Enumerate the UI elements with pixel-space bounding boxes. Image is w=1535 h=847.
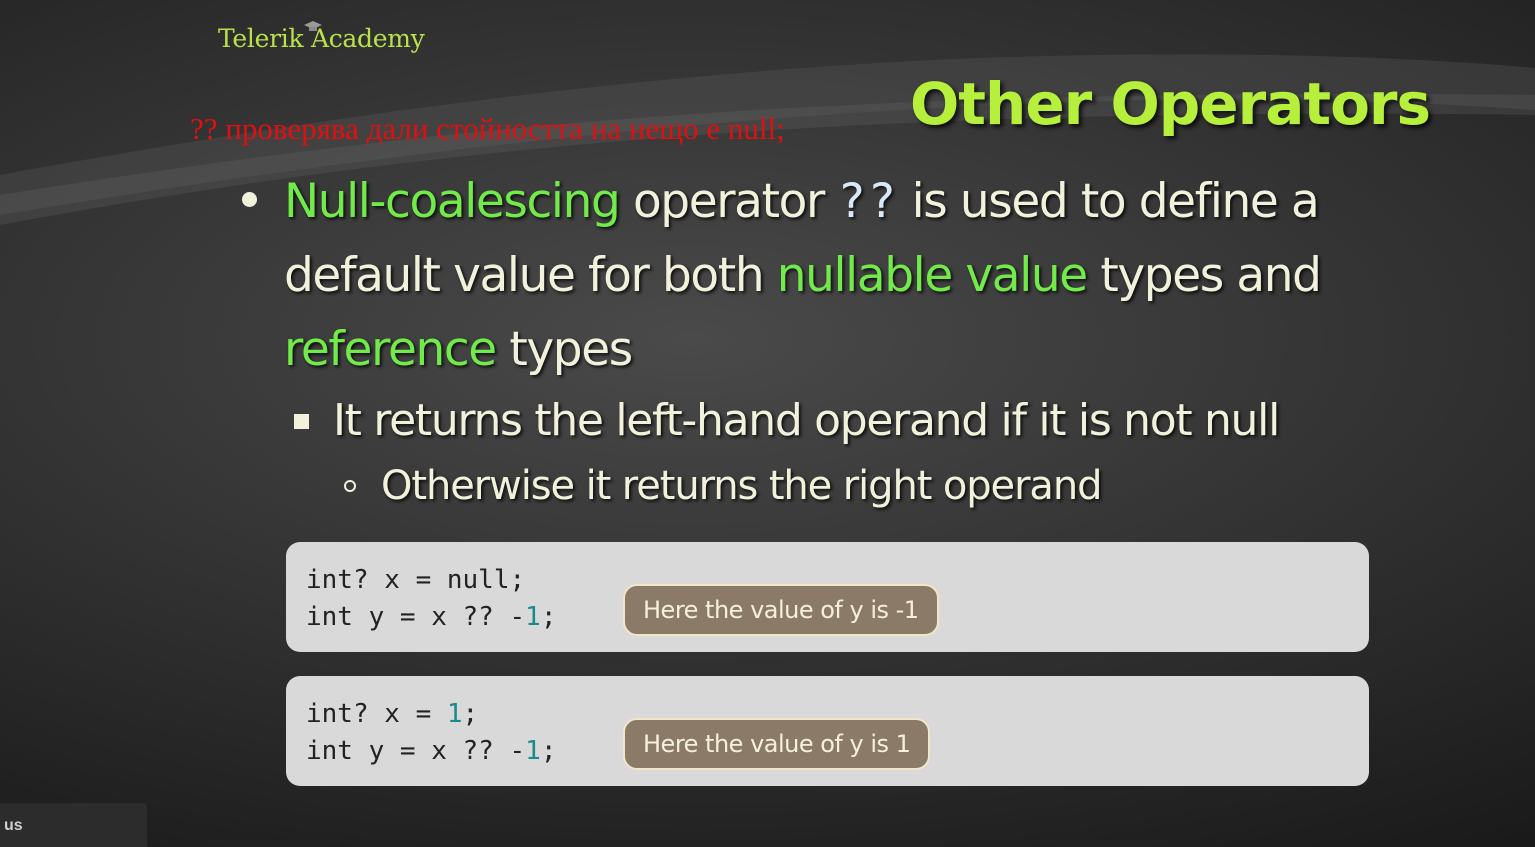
slide-title: Other Operators (910, 70, 1431, 138)
callout-example-2: Here the value of y is 1 (623, 718, 931, 770)
corner-tab[interactable]: us (0, 803, 147, 847)
annotation-note: ?? проверява дали стойността на нещо е n… (190, 111, 785, 146)
code1-line2-prefix: int y = x ?? - (306, 602, 526, 632)
code2-line1-prefix: int? x = (306, 699, 447, 729)
code-block-2: int? x = 1; int y = x ?? -1; (306, 696, 556, 770)
code2-line1-number: 1 (446, 699, 463, 729)
bullet-dot-icon (242, 192, 257, 207)
code-example-2: int? x = 1; int y = x ?? -1; Here the va… (286, 676, 1369, 786)
term-nullable-value: nullable value (776, 248, 1088, 303)
term-null-coalescing: Null-coalescing (284, 174, 621, 229)
code2-line2-number: 1 (525, 736, 541, 766)
square-bullet-icon (294, 414, 309, 429)
callout-example-1: Here the value of y is -1 (623, 584, 939, 636)
code1-line1: int? x = null; (306, 565, 526, 595)
bullet1-text-a: operator (619, 174, 838, 229)
bullet3-text: Otherwise it returns the right operand (381, 463, 1102, 509)
bullet2-text: It returns the left-hand operand if it i… (333, 395, 1280, 446)
circle-bullet-icon (344, 480, 356, 492)
graduation-cap-icon (304, 21, 322, 31)
bullet1-text-d: types (495, 322, 633, 377)
code2-line2-prefix: int y = x ?? - (306, 736, 526, 766)
bullet-level-3: Otherwise it returns the right operand (240, 455, 1410, 517)
code1-line2-number: 1 (525, 602, 541, 632)
presentation-slide: Telerik Academy ?? проверява дали стойно… (0, 0, 1535, 847)
code2-line1: int? x = 1; (306, 699, 478, 729)
bullet-level-2: It returns the left-hand operand if it i… (240, 387, 1410, 455)
bullet-level-1: Null-coalescing operator ?? is used to d… (240, 165, 1410, 387)
code1-line2-suffix: ; (540, 602, 557, 632)
code2-line2: int y = x ?? -1; (306, 736, 556, 766)
code2-line2-suffix: ; (540, 736, 557, 766)
telerik-academy-logo: Telerik Academy (218, 21, 425, 53)
code-example-1: int? x = null; int y = x ?? -1; Here the… (286, 542, 1369, 652)
bullet1-text-c: types and (1086, 248, 1322, 303)
term-reference: reference (284, 322, 497, 377)
slide-content: Null-coalescing operator ?? is used to d… (240, 165, 1410, 517)
code-block-1: int? x = null; int y = x ?? -1; (306, 562, 556, 636)
operator-symbol: ?? (837, 174, 899, 229)
code2-line1-suffix: ; (462, 699, 479, 729)
code1-line2: int y = x ?? -1; (306, 602, 556, 632)
